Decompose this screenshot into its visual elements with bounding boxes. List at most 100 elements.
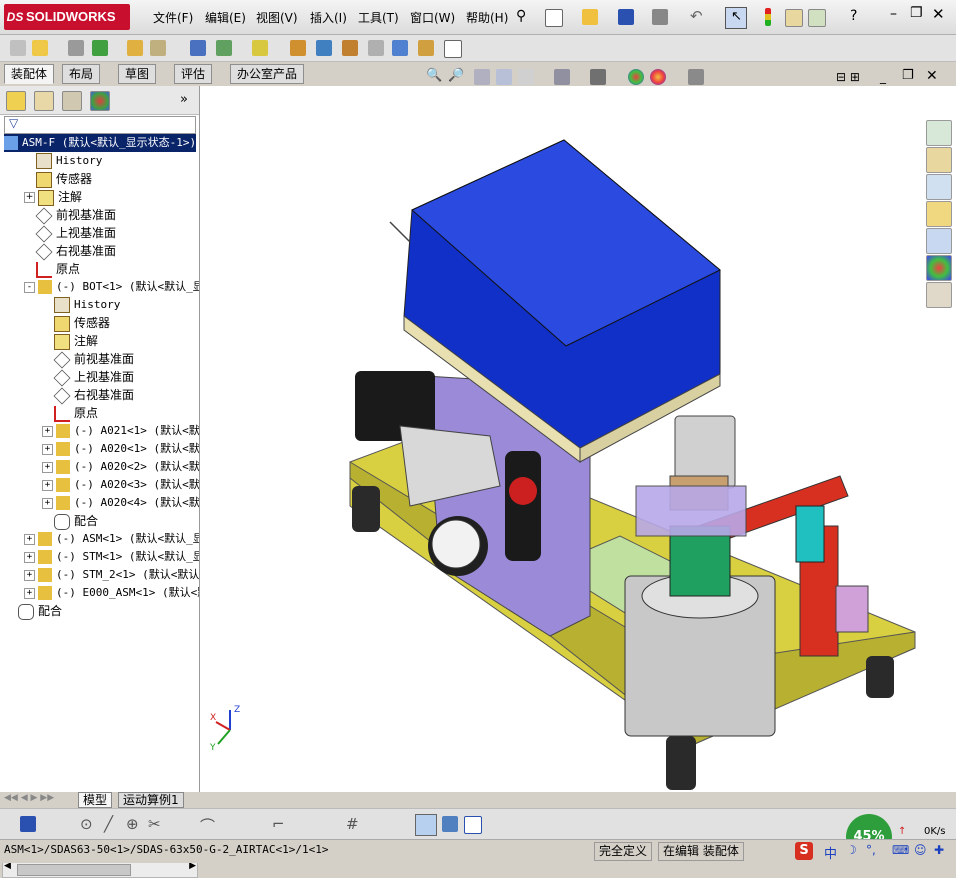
tree-item[interactable]: 配合 <box>6 602 62 620</box>
zoom-to-fit-icon[interactable]: 🔍 <box>426 68 442 83</box>
tree-item[interactable]: 传感器 <box>24 170 92 188</box>
tab-evaluate[interactable]: 评估 <box>174 64 213 84</box>
viewport-restore-icon[interactable]: ❐ <box>902 68 914 83</box>
section-view-icon[interactable] <box>496 69 512 85</box>
configuration-manager-tab-icon[interactable] <box>62 91 82 111</box>
menu-view[interactable]: 视图(V) <box>256 9 298 26</box>
menu-tools[interactable]: 工具(T) <box>358 9 399 26</box>
expand-plus-icon[interactable]: + <box>42 461 53 473</box>
zoom-to-area-icon[interactable]: 🔎 <box>448 68 464 83</box>
help-question-icon[interactable]: ? <box>850 8 857 24</box>
tree-item[interactable]: + (-) STM<1> (默认<默认_显示 <box>24 548 199 566</box>
expand-plus-icon[interactable]: + <box>24 533 35 545</box>
tree-item[interactable]: 配合 <box>42 512 98 530</box>
tree-filter-input[interactable]: ▽ <box>4 116 196 134</box>
select-pointer-icon[interactable]: ↖ <box>725 7 747 29</box>
custom-properties-icon[interactable] <box>926 282 952 308</box>
tree-item[interactable]: History <box>42 296 120 314</box>
tab-assembly[interactable]: 装配体 <box>4 64 55 84</box>
expand-panel-chevron-icon[interactable]: » <box>180 92 188 107</box>
tree-item[interactable]: 右视基准面 <box>42 386 134 404</box>
solidworks-resources-icon[interactable] <box>926 120 952 146</box>
filter-funnel-icon[interactable]: ▽ <box>9 116 18 130</box>
expand-plus-icon[interactable]: + <box>42 425 53 437</box>
smart-fasteners-icon[interactable] <box>127 40 143 56</box>
expand-plus-icon[interactable]: + <box>42 497 53 509</box>
expand-plus-icon[interactable]: + <box>42 479 53 491</box>
view-palette-icon[interactable] <box>926 228 952 254</box>
tree-item[interactable]: + (-) STM_2<1> (默认<默认_显 <box>24 566 199 584</box>
viewport-minimize-icon[interactable]: _ <box>880 70 886 84</box>
tree-item[interactable]: + (-) A020<3> (默认<默认 <box>42 476 199 494</box>
collapse-minus-icon[interactable]: - <box>24 281 35 293</box>
corner-tool-icon[interactable]: ⌐ <box>272 815 285 833</box>
tree-item[interactable]: 右视基准面 <box>24 242 116 260</box>
close-window-icon[interactable]: ✕ <box>932 5 945 23</box>
assembly-features-icon[interactable] <box>216 40 232 56</box>
tree-item[interactable]: 上视基准面 <box>24 224 116 242</box>
line-tool-icon[interactable]: ╱ <box>104 815 113 833</box>
grid-icon[interactable]: # <box>346 815 359 833</box>
ime-keyboard-icon[interactable]: ⌨ <box>892 843 909 857</box>
open-folder-icon[interactable] <box>582 9 598 25</box>
tree-root-assembly[interactable]: ASM-F (默认<默认_显示状态-1>) <box>4 134 196 152</box>
new-motion-study-icon[interactable] <box>290 40 306 56</box>
file-explorer-icon[interactable] <box>926 201 952 227</box>
file-properties-icon[interactable] <box>785 9 803 27</box>
ime-language-label[interactable]: 中 <box>824 843 837 862</box>
feature-tree-tab-icon[interactable] <box>6 91 26 111</box>
tree-item[interactable]: 原点 <box>42 404 98 422</box>
tree-item[interactable]: History <box>24 152 102 170</box>
tree-item[interactable]: 注解 <box>42 332 98 350</box>
linear-pattern-icon[interactable] <box>92 40 108 56</box>
view-settings-icon[interactable] <box>688 69 704 85</box>
view-orientation-icon[interactable] <box>518 69 534 85</box>
new-document-icon[interactable] <box>545 9 563 27</box>
bill-of-materials-icon[interactable] <box>316 40 332 56</box>
tab-office-products[interactable]: 办公室产品 <box>230 64 305 84</box>
expand-plus-icon[interactable]: + <box>24 192 35 203</box>
tree-item[interactable]: + 注解 <box>24 188 82 206</box>
menu-file[interactable]: 文件(F) <box>153 9 193 26</box>
tab-model[interactable]: 模型 <box>78 792 113 808</box>
viewport-split-icon[interactable]: ⊟ ⊞ <box>836 70 860 84</box>
display-pane-icon[interactable] <box>442 816 458 832</box>
expand-plus-icon[interactable]: + <box>24 551 35 563</box>
viewport-close-icon[interactable]: ✕ <box>926 68 938 84</box>
pin-icon[interactable]: ⚲ <box>516 8 526 24</box>
large-assembly-icon[interactable] <box>444 40 462 58</box>
menu-edit[interactable]: 编辑(E) <box>205 9 246 26</box>
ime-moon-icon[interactable]: ☽ <box>846 843 857 857</box>
trim-tool-icon[interactable]: ✂ <box>148 815 161 833</box>
insert-component-icon[interactable] <box>32 40 48 56</box>
tree-item[interactable]: + (-) ASM<1> (默认<默认_显示 <box>24 530 199 548</box>
tree-item[interactable]: 上视基准面 <box>42 368 134 386</box>
tree-item[interactable]: + (-) E000_ASM<1> (默认<默认 <box>24 584 199 602</box>
menu-insert[interactable]: 插入(I) <box>310 9 347 26</box>
edit-component-icon[interactable] <box>10 40 26 56</box>
tree-item[interactable]: - (-) BOT<1> (默认<默认_显示 <box>24 278 199 296</box>
show-hidden-icon[interactable] <box>190 40 206 56</box>
save-small-icon[interactable] <box>20 816 36 832</box>
assembly-model[interactable] <box>200 86 956 792</box>
tree-item[interactable]: 前视基准面 <box>24 206 116 224</box>
hide-show-items-icon[interactable] <box>590 69 606 85</box>
expand-plus-icon[interactable]: + <box>42 443 53 455</box>
menu-help[interactable]: 帮助(H) <box>466 9 508 26</box>
exploded-view-icon[interactable] <box>342 40 358 56</box>
move-component-icon[interactable] <box>150 40 166 56</box>
explode-line-icon[interactable] <box>368 40 384 56</box>
arc-tool-icon[interactable]: ⌒ <box>200 815 215 836</box>
tree-item[interactable]: 传感器 <box>42 314 110 332</box>
minimize-window-icon[interactable]: – <box>890 6 897 22</box>
shaded-view-icon[interactable] <box>415 814 437 836</box>
mate-icon[interactable] <box>68 40 84 56</box>
table-icon[interactable] <box>464 816 482 834</box>
tree-item[interactable]: + (-) A021<1> (默认<默认 <box>42 422 199 440</box>
tab-scroll-arrows-icon[interactable]: ◀◀ ◀ ▶ ▶▶ <box>4 793 54 803</box>
property-manager-tab-icon[interactable] <box>34 91 54 111</box>
expand-plus-icon[interactable]: + <box>24 587 35 599</box>
edit-appearance-icon[interactable] <box>628 69 644 85</box>
menu-window[interactable]: 窗口(W) <box>410 9 455 26</box>
graphics-viewport[interactable]: 🔍 🔎 ⊟ ⊞ _ ❐ ✕ Z X Y <box>200 68 956 792</box>
